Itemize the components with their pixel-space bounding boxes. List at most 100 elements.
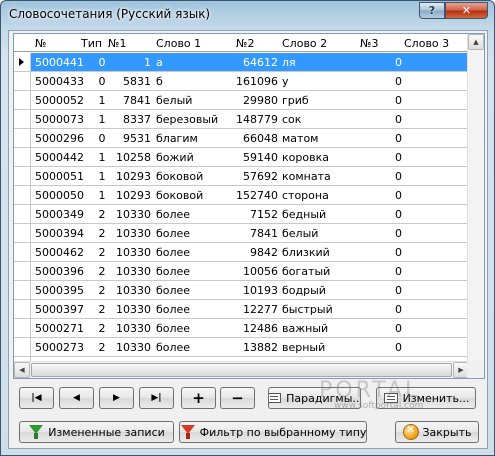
cell-n3[interactable]: 0 — [392, 170, 402, 183]
first-record-button[interactable]: |◀ — [19, 387, 54, 409]
cell-w1[interactable]: а — [156, 56, 163, 69]
cell-id[interactable]: 5000462 — [35, 246, 84, 259]
cell-w1[interactable]: более — [156, 265, 190, 278]
cell-n1[interactable]: 10330 — [109, 227, 151, 240]
horizontal-scrollbar[interactable]: ◀ ▶ — [14, 361, 469, 378]
row-indicator[interactable] — [14, 281, 31, 299]
cell-w2[interactable]: комната — [282, 170, 331, 183]
cell-type[interactable]: 1 — [94, 94, 110, 107]
table-row[interactable]: 5000051 1 10293 боковой 57692 комната 0 — [14, 167, 474, 186]
cell-n1[interactable]: 10258 — [109, 151, 151, 164]
row-indicator[interactable] — [14, 205, 31, 223]
col-header-word1[interactable]: Слово 1 — [156, 37, 201, 50]
cell-w2[interactable]: матом — [282, 132, 318, 145]
cell-w2[interactable]: коровка — [282, 151, 329, 164]
table-row[interactable]: 5000395 2 10330 более 10193 бодрый 0 — [14, 281, 474, 300]
cell-n2[interactable]: 10193 — [224, 284, 278, 297]
cell-n3[interactable]: 0 — [392, 246, 402, 259]
cell-w1[interactable]: березовый — [156, 113, 218, 126]
table-row[interactable]: 5000433 0 5831 б 161096 у 0 — [14, 72, 474, 91]
cell-type[interactable]: 1 — [94, 113, 110, 126]
cell-w2[interactable]: быстрый — [282, 303, 333, 316]
table-row[interactable]: 5000050 1 10293 боковой 152740 сторона 0 — [14, 186, 474, 205]
cell-w1[interactable]: более — [156, 246, 190, 259]
cell-n3[interactable]: 0 — [392, 151, 402, 164]
cell-n2[interactable]: 57692 — [224, 170, 278, 183]
scroll-left-icon[interactable]: ◀ — [14, 362, 30, 378]
cell-n1[interactable]: 10330 — [109, 322, 151, 335]
cell-type[interactable]: 2 — [94, 341, 110, 354]
cell-w2[interactable]: важный — [282, 322, 328, 335]
cell-type[interactable]: 1 — [94, 170, 110, 183]
cell-w2[interactable]: сторона — [282, 189, 329, 202]
table-row[interactable]: 5000349 2 10330 более 7152 бедный 0 — [14, 205, 474, 224]
col-header-n1[interactable]: №1 — [108, 37, 126, 50]
help-button[interactable]: ? — [419, 2, 445, 19]
cell-w1[interactable]: белый — [156, 94, 192, 107]
cell-w1[interactable]: божий — [156, 151, 194, 164]
cell-type[interactable]: 2 — [94, 246, 110, 259]
changed-records-button[interactable]: Измененные записи — [19, 421, 174, 443]
row-indicator[interactable] — [14, 338, 31, 356]
cell-w2[interactable]: бедный — [282, 208, 326, 221]
cell-w1[interactable]: более — [156, 227, 190, 240]
cell-n2[interactable]: 12486 — [224, 322, 278, 335]
cell-n1[interactable]: 8337 — [109, 113, 151, 126]
cell-type[interactable]: 2 — [94, 208, 110, 221]
cell-n3[interactable]: 0 — [392, 284, 402, 297]
cell-n2[interactable]: 66048 — [224, 132, 278, 145]
filter-selected-type-button[interactable]: Фильтр по выбранному типу — [179, 421, 367, 443]
cell-type[interactable]: 2 — [94, 303, 110, 316]
col-header-n2[interactable]: №2 — [236, 37, 254, 50]
table-row[interactable]: 5000273 2 10330 более 13882 верный 0 — [14, 338, 474, 357]
cell-id[interactable]: 5000442 — [35, 151, 84, 164]
cell-id[interactable]: 5000271 — [35, 322, 84, 335]
cell-id[interactable]: 5000396 — [35, 265, 84, 278]
cell-n1[interactable]: 10330 — [109, 303, 151, 316]
cell-n1[interactable]: 7841 — [109, 94, 151, 107]
cell-n2[interactable]: 10056 — [224, 265, 278, 278]
cell-n3[interactable]: 0 — [392, 56, 402, 69]
col-header-n3[interactable]: №3 — [360, 37, 378, 50]
cell-n1[interactable]: 10293 — [109, 170, 151, 183]
cell-type[interactable]: 0 — [94, 56, 110, 69]
table-row[interactable]: 5000396 2 10330 более 10056 богатый 0 — [14, 262, 474, 281]
cell-w2[interactable]: у — [282, 75, 289, 88]
cell-type[interactable]: 2 — [94, 265, 110, 278]
table-row[interactable]: 5000271 2 10330 более 12486 важный 0 — [14, 319, 474, 338]
cell-id[interactable]: 5000050 — [35, 189, 84, 202]
cell-type[interactable]: 2 — [94, 284, 110, 297]
horizontal-scroll-thumb[interactable] — [31, 363, 452, 377]
row-indicator[interactable] — [14, 186, 31, 204]
close-dialog-button[interactable]: ✕ Закрыть — [395, 421, 479, 443]
cell-type[interactable]: 0 — [94, 75, 110, 88]
cell-type[interactable]: 0 — [94, 132, 110, 145]
cell-id[interactable]: 5000073 — [35, 113, 84, 126]
vertical-scrollbar[interactable]: ▲ — [467, 34, 484, 361]
cell-id[interactable]: 5000397 — [35, 303, 84, 316]
row-indicator[interactable] — [14, 148, 31, 166]
cell-n1[interactable]: 10330 — [109, 246, 151, 259]
cell-n2[interactable]: 152740 — [224, 189, 278, 202]
last-record-button[interactable]: ▶| — [139, 387, 174, 409]
cell-w2[interactable]: ля — [282, 56, 296, 69]
cell-id[interactable]: 5000349 — [35, 208, 84, 221]
cell-n2[interactable]: 7841 — [224, 227, 278, 240]
cell-n3[interactable]: 0 — [392, 208, 402, 221]
title-bar[interactable]: Словосочетания (Русский язык) ? ✕ — [1, 1, 494, 27]
row-indicator[interactable] — [14, 167, 31, 185]
next-record-button[interactable]: ▶ — [99, 387, 134, 409]
cell-id[interactable]: 5000296 — [35, 132, 84, 145]
cell-id[interactable]: 5000051 — [35, 170, 84, 183]
cell-type[interactable]: 2 — [94, 227, 110, 240]
cell-n3[interactable]: 0 — [392, 132, 402, 145]
cell-n1[interactable]: 10330 — [109, 284, 151, 297]
cell-n3[interactable]: 0 — [392, 189, 402, 202]
cell-n1[interactable]: 5831 — [109, 75, 151, 88]
row-indicator[interactable] — [14, 53, 31, 71]
cell-w2[interactable]: сок — [282, 113, 301, 126]
cell-w2[interactable]: верный — [282, 341, 325, 354]
cell-id[interactable]: 5000433 — [35, 75, 84, 88]
window-close-button[interactable]: ✕ — [445, 2, 488, 19]
cell-w1[interactable]: боковой — [156, 189, 203, 202]
